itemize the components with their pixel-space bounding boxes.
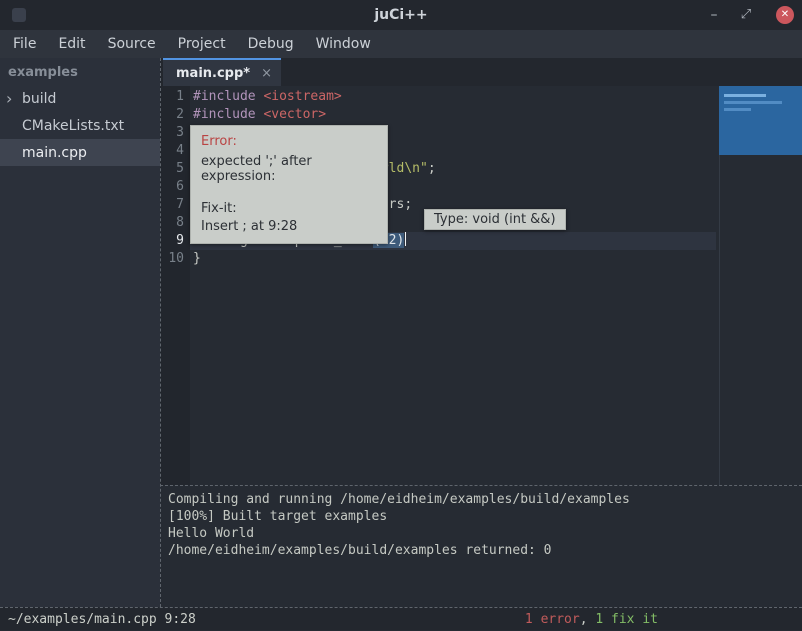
sidebar-item-main-cpp[interactable]: main.cpp: [0, 139, 160, 166]
line-number: 3: [160, 124, 190, 142]
menu-project[interactable]: Project: [167, 30, 237, 58]
window-title: juCi++: [374, 7, 427, 23]
code-text: #include <vector>: [190, 106, 802, 124]
fixit-message: Insert ; at 9:28: [201, 219, 377, 234]
line-number: 4: [160, 142, 190, 160]
line-number: 2: [160, 106, 190, 124]
code-segment: #include: [193, 89, 263, 104]
preview-text-bar: [724, 108, 751, 111]
code-segment: ;: [428, 161, 436, 176]
sidebar: examples ›build CMakeLists.txt main.cpp: [0, 58, 160, 607]
sidebar-item-build[interactable]: ›build: [0, 85, 160, 112]
terminal-line: /home/eidheim/examples/build/examples re…: [168, 542, 794, 559]
line-number: 1: [160, 88, 190, 106]
pane-separator-vertical[interactable]: [160, 58, 161, 607]
tab-main-cpp[interactable]: main.cpp* ×: [163, 58, 281, 86]
line-number: 7: [160, 196, 190, 214]
preview-panel: [719, 86, 802, 155]
menu-file[interactable]: File: [2, 30, 47, 58]
status-separator: ,: [580, 612, 596, 627]
statusbar: ~/examples/main.cpp 9:28 1 error, 1 fix …: [0, 607, 802, 630]
menubar: FileEditSourceProjectDebugWindow: [0, 30, 802, 58]
preview-text-bar: [724, 94, 766, 97]
tab-label: main.cpp*: [176, 66, 250, 81]
terminal-line: [100%] Built target examples: [168, 508, 794, 525]
code-segment: }: [193, 251, 201, 266]
minimize-button[interactable]: –: [702, 0, 726, 30]
error-count: 1 error: [525, 612, 580, 627]
code-segment: #include: [193, 107, 263, 122]
code-segment: <iostream>: [263, 89, 341, 104]
code-line-2[interactable]: 2#include <vector>: [160, 106, 802, 124]
line-number: 9: [160, 232, 190, 250]
error-message: expected ';' after expression:: [201, 154, 377, 184]
project-header: examples: [0, 58, 160, 85]
code-line-10[interactable]: 10}: [160, 250, 802, 268]
line-number: 5: [160, 160, 190, 178]
fixit-label: Fix-it:: [201, 201, 377, 216]
text-cursor: [405, 232, 406, 246]
fixit-count: 1 fix it: [595, 612, 658, 627]
code-text: #include <iostream>: [190, 88, 802, 106]
diagnostic-tooltip: Error: expected ';' after expression: Fi…: [190, 125, 388, 244]
status-location: ~/examples/main.cpp 9:28: [8, 612, 196, 627]
menu-edit[interactable]: Edit: [47, 30, 96, 58]
type-tooltip: Type: void (int &&): [424, 209, 566, 230]
line-number: 6: [160, 178, 190, 196]
file-label: CMakeLists.txt: [22, 118, 124, 134]
code-line-1[interactable]: 1#include <iostream>: [160, 88, 802, 106]
status-diagnostics[interactable]: 1 error, 1 fix it: [525, 608, 658, 631]
tabbar: main.cpp* ×: [160, 58, 802, 86]
maximize-button[interactable]: ⤢: [734, 0, 758, 30]
menu-debug[interactable]: Debug: [237, 30, 305, 58]
titlebar: juCi++ – ⤢ ✕: [0, 0, 802, 30]
sidebar-item-cmakelists-txt[interactable]: CMakeLists.txt: [0, 112, 160, 139]
app-icon: [12, 8, 26, 22]
menu-window[interactable]: Window: [305, 30, 382, 58]
terminal-line: Compiling and running /home/eidheim/exam…: [168, 491, 794, 508]
line-number: 8: [160, 214, 190, 232]
terminal-line: Hello World: [168, 525, 794, 542]
error-label: Error:: [201, 134, 377, 149]
close-button[interactable]: ✕: [776, 6, 794, 24]
line-number: 10: [160, 250, 190, 268]
file-tree: ›build CMakeLists.txt main.cpp: [0, 85, 160, 166]
terminal-output[interactable]: Compiling and running /home/eidheim/exam…: [160, 485, 802, 607]
expander-icon: ›: [6, 85, 22, 112]
file-label: build: [22, 91, 56, 107]
preview-text-bar: [724, 101, 782, 104]
code-text: }: [190, 250, 802, 268]
file-label: main.cpp: [22, 145, 87, 161]
editor[interactable]: 1#include <iostream>2#include <vector>34…: [160, 86, 802, 485]
menu-source[interactable]: Source: [97, 30, 167, 58]
code-segment: <vector>: [263, 107, 326, 122]
tab-close-icon[interactable]: ×: [261, 66, 272, 81]
